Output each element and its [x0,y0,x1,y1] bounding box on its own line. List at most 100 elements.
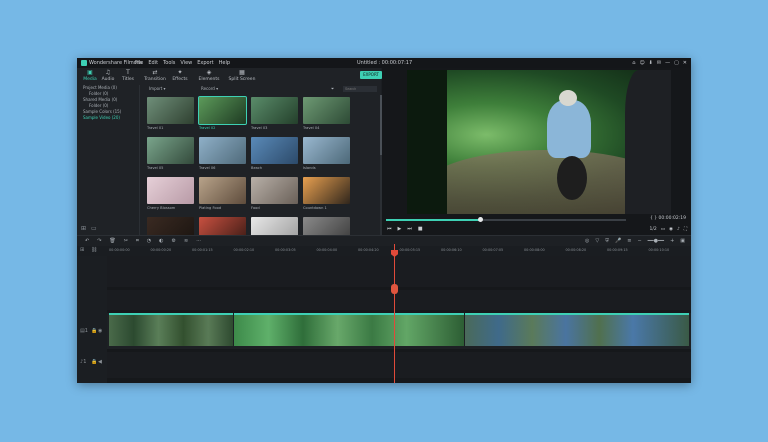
sidebar-item-sample-video[interactable]: Sample Video (20) [83,115,120,120]
add-track-icon[interactable]: ⊞ [80,247,84,253]
video-track-row [107,313,691,349]
video-clip-2[interactable] [234,313,464,346]
menu-edit[interactable]: Edit [148,60,158,66]
ruler-tick-label: 00:00:00:00 [109,248,130,252]
app-window: Wondershare Filmora File Edit Tools View Exp… [77,58,691,383]
crop-icon[interactable]: ⌗ [136,238,139,244]
media-item[interactable]: Beach [251,137,298,170]
sidebar-item-folder-2[interactable]: Folder (0) [89,103,108,108]
filter-icon[interactable]: ⏷ [329,86,336,92]
mark-in-icon[interactable]: { } [650,216,659,221]
lock-icon[interactable]: 🔒 [91,328,97,334]
adjust-icon[interactable]: ⚙ [172,238,176,244]
scissor-marker-icon[interactable] [391,284,398,294]
fit-icon[interactable]: ▣ [680,238,685,244]
marker-icon[interactable]: ▽ [595,238,599,244]
maximize-button[interactable]: ▢ [674,60,679,66]
menu-tools[interactable]: Tools [163,60,175,66]
lock-icon-audio[interactable]: 🔒 [91,359,97,365]
search-input[interactable] [343,86,377,92]
media-item[interactable]: Travel 06 [199,137,246,170]
scrubber-handle[interactable] [478,217,483,222]
sidebar-item-sample-colors[interactable]: Sample Colors (15) [83,109,121,114]
undo-icon[interactable]: ↶ [85,238,89,244]
media-item[interactable]: Travel 02 [198,96,247,130]
zoom-in-icon[interactable]: + [670,238,674,244]
media-item[interactable]: Travel 04 [303,97,350,130]
media-library: Project Media (0) Folder (0) Shared Medi… [77,85,382,244]
title-bar: Wondershare Filmora File Edit Tools View Exp… [77,58,691,68]
playhead[interactable] [394,244,395,383]
track-headers: ▤1 🔒 ◉ ♪1 🔒 ◀ [77,256,107,383]
media-item[interactable]: Travel 03 [251,97,298,130]
video-clip-1[interactable] [109,313,233,346]
snapshot-icon[interactable]: ◉ [669,227,673,232]
record-dropdown[interactable]: Record ▾ [199,86,220,92]
redo-icon[interactable]: ↷ [97,238,101,244]
mic-icon[interactable]: 🎤 [615,238,621,244]
cut-icon[interactable]: ✂ [124,238,128,244]
foreground-rider [625,70,671,214]
tab-split-screen[interactable]: ▦ Split Screen [227,69,257,82]
render-icon[interactable]: ◎ [585,238,589,244]
zoom-slider[interactable]: ━━●━━ [648,238,664,244]
more-icon[interactable]: ⋯ [196,238,201,244]
library-toolbar: Import ▾ Record ▾ ⏷ [143,85,381,93]
download-icon[interactable]: ⬇ [649,60,653,66]
speaker-icon[interactable]: ◀ [98,359,102,365]
video-clip-3[interactable] [465,313,689,346]
volume-icon[interactable]: ♪ [677,227,680,232]
mail-icon[interactable]: ✉ [657,60,661,66]
media-item[interactable]: Food [251,177,298,210]
speed-icon[interactable]: ◔ [147,238,151,244]
delete-icon[interactable]: 🗑 [109,238,115,244]
menu-view[interactable]: View [180,60,192,66]
voiceover-icon[interactable]: ≡ [627,238,631,244]
media-thumbnail [303,137,350,164]
media-thumbnail [147,97,194,124]
media-item[interactable]: Cherry Blossom [147,177,194,210]
shield-icon[interactable]: ⛨ [605,238,609,244]
folder-icon[interactable]: ▭ [91,225,97,232]
audio-mixer-icon[interactable]: ≋ [184,238,188,244]
project-title: Untitled : 00:00:07:17 [357,60,413,66]
prev-frame-icon[interactable]: ⏮ [387,226,392,232]
link-icon[interactable]: ⛓ [91,247,97,253]
fullscreen-icon[interactable]: ⛶ [684,227,687,232]
menu-help[interactable]: Help [219,60,230,66]
menu-export[interactable]: Export [197,60,213,66]
next-frame-icon[interactable]: ⏭ [407,226,412,232]
tab-elements[interactable]: ◈ Elements [195,69,223,82]
menu-file[interactable]: File [135,60,143,66]
sidebar-item-project-media[interactable]: Project Media (0) [83,85,117,90]
import-dropdown[interactable]: Import ▾ [147,86,168,92]
display-icon[interactable]: ▭ [661,227,665,232]
minimize-button[interactable]: — [665,60,670,66]
tab-audio[interactable]: ♫ Audio [97,69,119,82]
zoom-select[interactable]: 1/2 [650,227,657,232]
sidebar-item-folder[interactable]: Folder (0) [89,91,108,96]
media-item[interactable]: Countdown 1 [303,177,350,210]
media-item[interactable]: Travel 05 [147,137,194,170]
stop-icon[interactable]: ■ [418,226,423,232]
tab-transition[interactable]: ⇄ Transition [141,69,169,82]
tab-titles[interactable]: T Titles [117,69,139,82]
timeline-ruler[interactable]: ⊞ ⛓ 00:00:00:00 00:00:00:20 00:00:01:15 00:… [77,246,691,256]
home-icon[interactable]: ⌂ [632,60,635,66]
media-item[interactable]: Islands [303,137,350,170]
color-icon[interactable]: ◐ [159,238,163,244]
new-folder-icon[interactable]: ⊞ [81,225,86,232]
preview-scrubber[interactable] [386,219,626,221]
sidebar-item-shared-media[interactable]: Shared Media (0) [83,97,117,102]
media-item[interactable]: Travel 01 [147,97,194,130]
eye-icon[interactable]: ◉ [98,328,102,334]
media-item[interactable]: Plating Food [199,177,246,210]
media-caption: Beach [251,166,263,170]
ruler-tick-label: 00:00:06:10 [441,248,462,252]
export-button[interactable]: EXPORT [360,71,382,79]
close-button[interactable]: ✕ [683,60,687,66]
play-icon[interactable]: ▶ [398,226,402,232]
zoom-out-icon[interactable]: − [637,238,641,244]
account-icon[interactable]: ☺ [639,60,644,66]
tab-effects[interactable]: ✦ Effects [169,69,191,82]
